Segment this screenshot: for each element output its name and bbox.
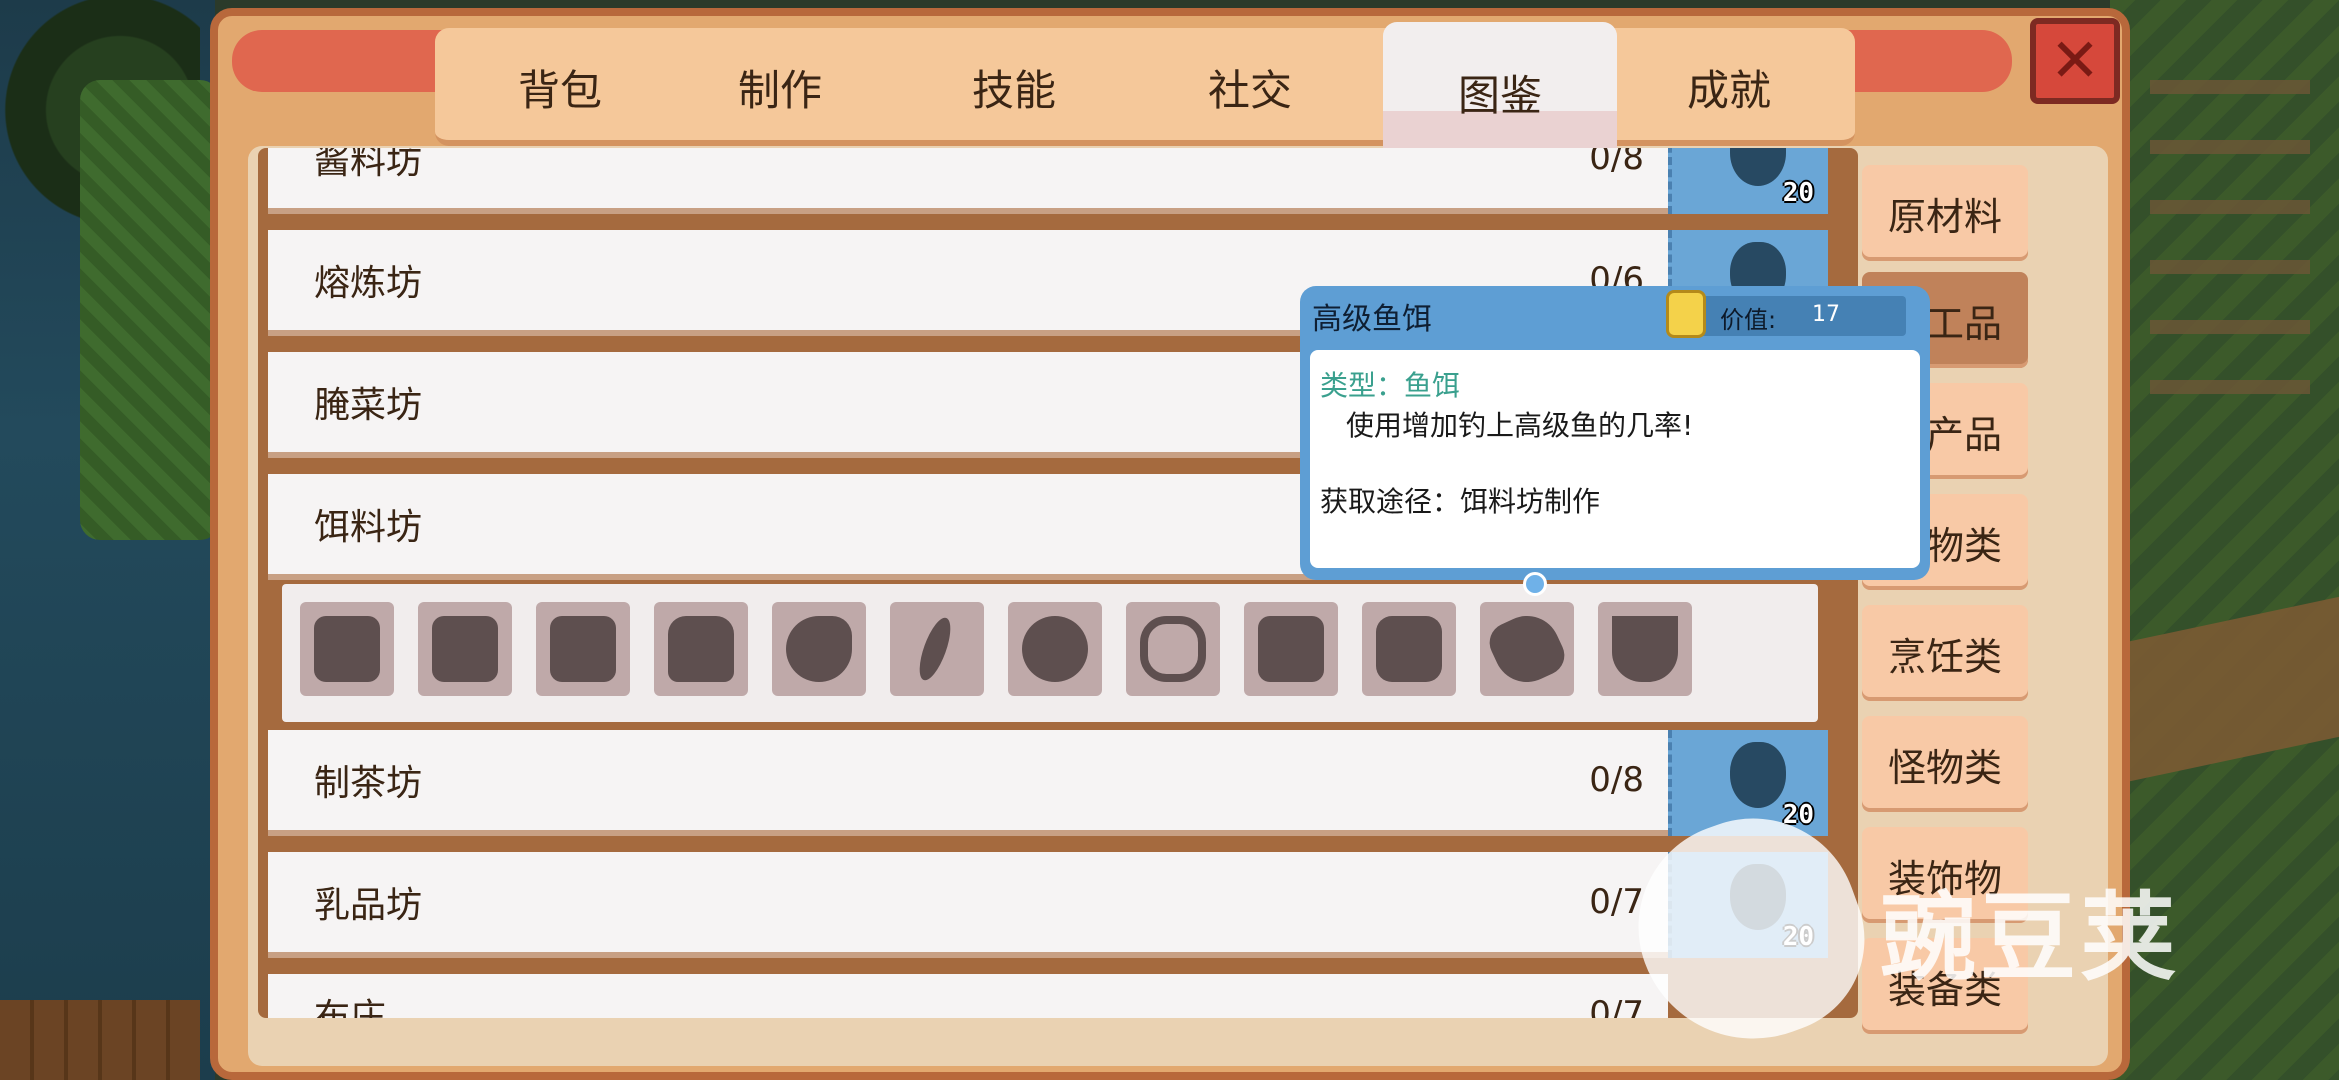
reward-item-icon [1730,148,1786,186]
workshop-list[interactable]: 酱料坊 0/8 20 熔炼坊 0/6 腌菜坊 饵料坊 制茶坊 0/8 20 乳品… [258,148,1858,1018]
close-button[interactable]: ✕ [2030,18,2120,104]
tab-crafting[interactable]: 制作 [663,28,897,146]
category-decorations[interactable]: 装饰物 [1862,827,2028,923]
list-item[interactable]: 乳品坊 0/7 [268,852,1668,958]
reward-badge[interactable]: 20 [1668,148,1828,214]
workshop-count: 0/7 [1589,882,1644,922]
item-slot[interactable] [772,602,866,696]
unknown-item-icon [550,616,616,682]
tab-skills[interactable]: 技能 [897,28,1131,146]
unknown-item-icon [668,616,734,682]
workshop-name: 熔炼坊 [314,263,423,304]
unknown-item-icon [1612,616,1678,682]
dirt-path [2120,596,2339,784]
tab-bag[interactable]: 背包 [443,28,677,146]
item-slot[interactable] [1244,602,1338,696]
reward-item-icon [1730,864,1786,930]
workshop-count: 0/8 [1589,148,1644,178]
workshop-name: 乳品坊 [314,885,423,926]
workshop-count: 0/8 [1589,760,1644,800]
background-right-scenery [2110,0,2339,1080]
workshop-name: 布庄 [314,997,387,1018]
item-slot[interactable] [536,602,630,696]
unknown-item-icon [1483,605,1571,693]
unknown-item-icon [1376,616,1442,682]
workshop-name: 制茶坊 [314,763,423,804]
item-slot[interactable] [890,602,984,696]
bait-item-strip [282,584,1818,722]
item-description: 使用增加钓上高级鱼的几率! [1346,409,1694,442]
fence-sprite [2150,80,2310,400]
tab-social[interactable]: 社交 [1133,28,1367,146]
item-slot[interactable] [1008,602,1102,696]
wooden-dock [0,1000,200,1080]
unknown-item-icon [314,616,380,682]
item-slot[interactable] [1598,602,1692,696]
category-cooking[interactable]: 烹饪类 [1862,605,2028,701]
list-item[interactable]: 酱料坊 0/8 [268,148,1668,214]
workshop-count: 0/7 [1589,994,1644,1018]
unknown-item-icon [432,616,498,682]
reward-amount: 20 [1782,178,1814,208]
item-slot[interactable] [1126,602,1220,696]
unknown-item-icon [1258,616,1324,682]
item-slot[interactable] [1362,602,1456,696]
item-slot[interactable] [418,602,512,696]
workshop-name: 腌菜坊 [314,385,423,426]
item-source: 获取途径：饵料坊制作 [1320,485,1601,518]
tab-achievements[interactable]: 成就 [1612,28,1846,146]
item-type: 类型：鱼饵 [1320,369,1461,402]
workshop-name: 酱料坊 [314,148,423,182]
unknown-item-icon [1022,616,1088,682]
grass-patch [80,80,220,540]
reward-badge[interactable]: 20 [1668,730,1828,836]
workshop-name: 饵料坊 [314,507,423,548]
category-monsters[interactable]: 怪物类 [1862,716,2028,812]
close-icon: ✕ [2049,26,2101,96]
item-slot[interactable] [654,602,748,696]
price-value: 17 [1812,302,1840,327]
price-label: 价值: [1720,306,1777,334]
tooltip-pointer [1523,572,1547,596]
background-left-scenery [0,0,220,1080]
reward-item-icon [1730,742,1786,808]
category-raw-materials[interactable]: 原材料 [1862,165,2028,261]
list-item[interactable]: 制茶坊 0/8 [268,730,1668,836]
item-slot[interactable] [1480,602,1574,696]
reward-badge[interactable]: 20 [1668,852,1828,958]
reward-amount: 20 [1782,922,1814,952]
reward-amount: 20 [1782,800,1814,830]
price-box: 价值: 17 [1666,290,1906,338]
unknown-item-icon [1140,616,1206,682]
item-tooltip: 高级鱼饵 价值: 17 类型：鱼饵 使用增加钓上高级鱼的几率! 获取途径：饵料坊… [1300,286,1930,580]
tooltip-title: 高级鱼饵 [1312,302,1432,337]
item-slot[interactable] [300,602,394,696]
list-item[interactable]: 布庄 0/7 [268,974,1668,1018]
category-equipment[interactable]: 装备类 [1862,938,2028,1034]
worm-icon [913,614,957,684]
unknown-item-icon [786,616,852,682]
coin-icon [1666,290,1706,338]
tooltip-body: 类型：鱼饵 使用增加钓上高级鱼的几率! 获取途径：饵料坊制作 [1310,350,1920,568]
